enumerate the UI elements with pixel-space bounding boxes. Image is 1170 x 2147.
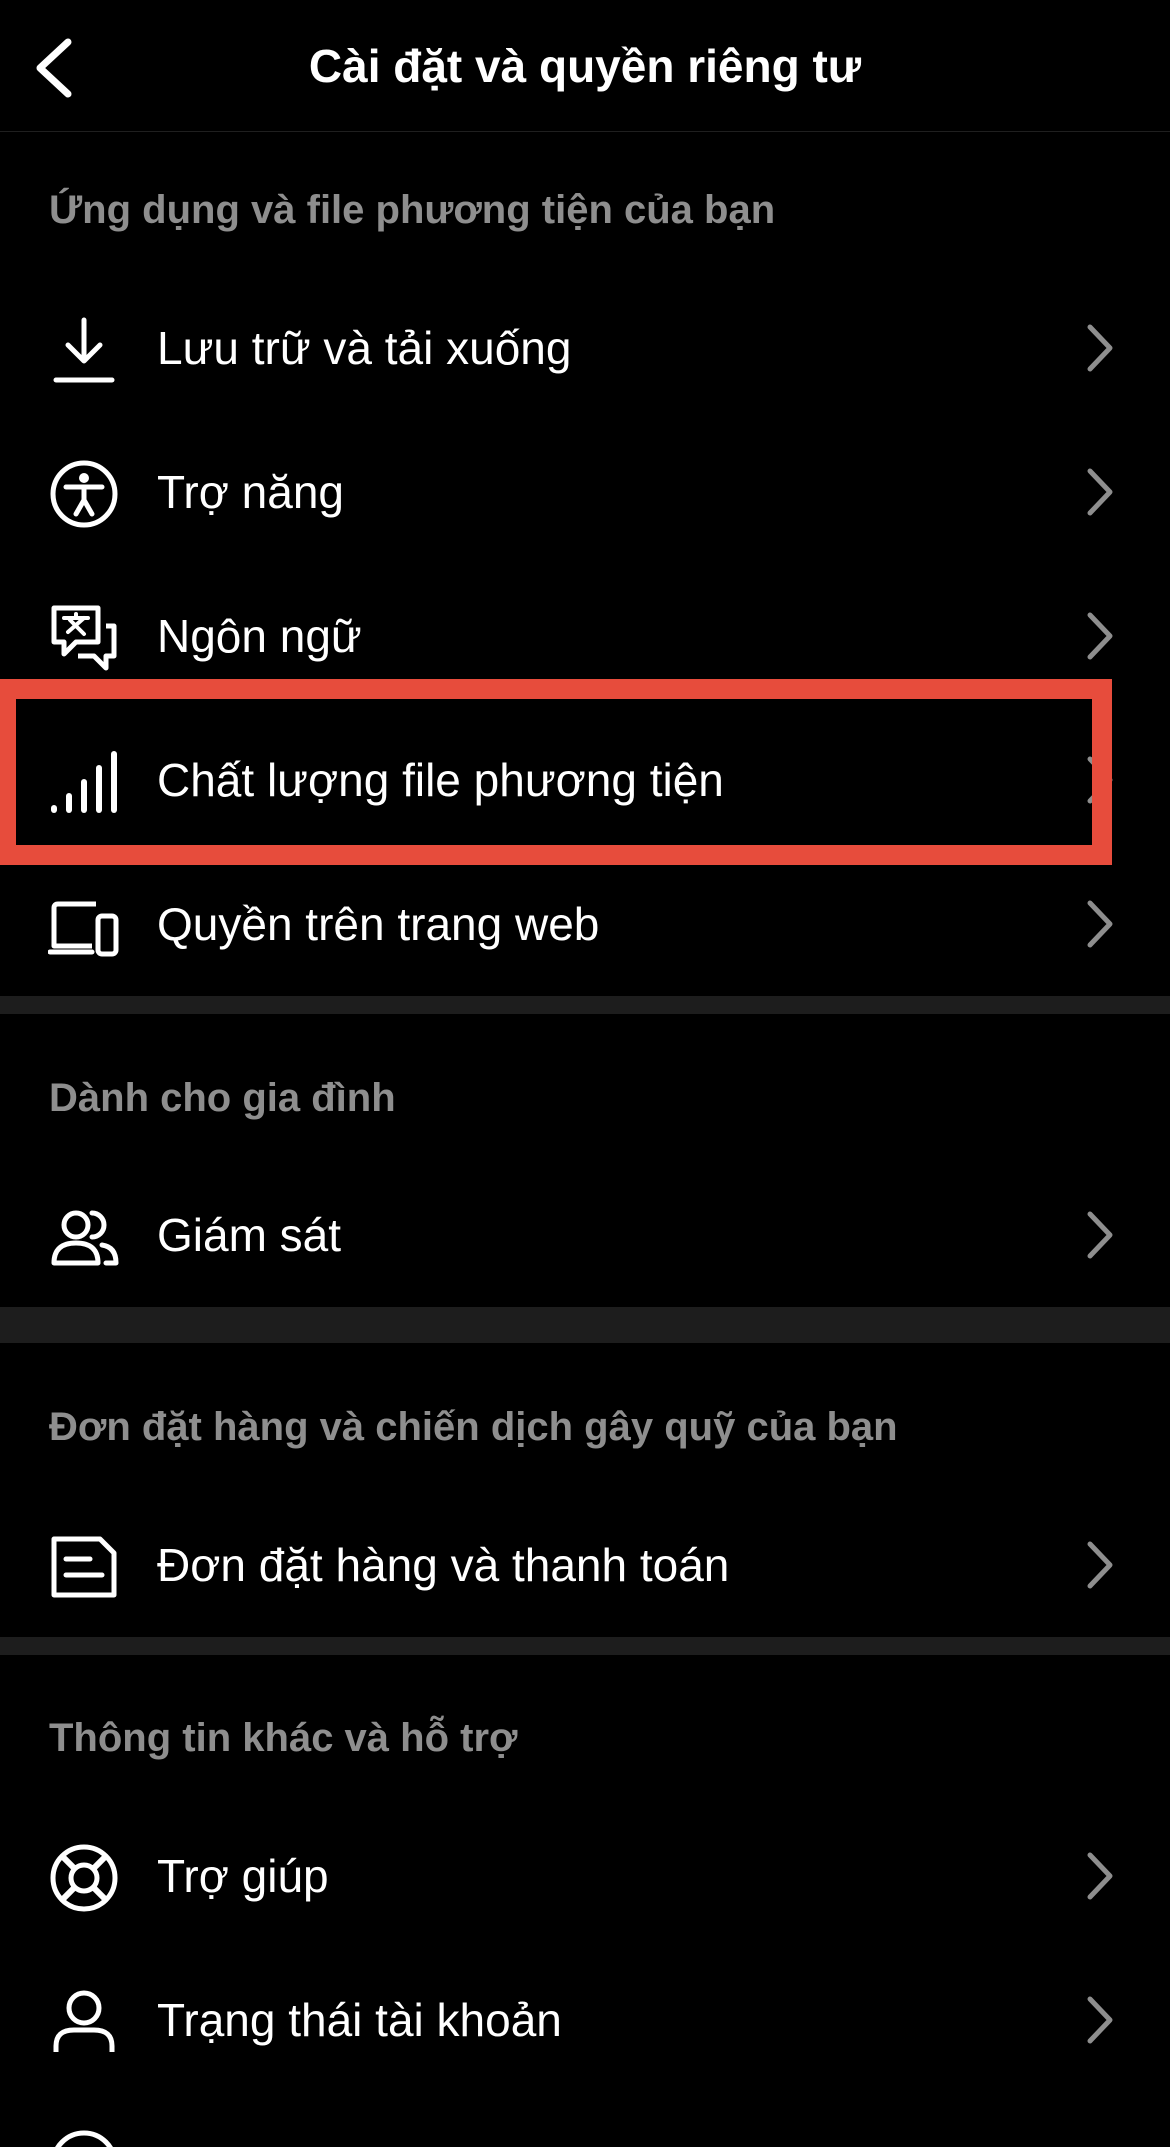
chevron-right-icon — [1087, 1541, 1113, 1589]
section-title-more-info-support: Thông tin khác và hỗ trợ — [49, 1716, 518, 1760]
translate-icon — [48, 602, 120, 674]
section-divider — [0, 1307, 1170, 1343]
section-divider — [0, 1637, 1170, 1655]
settings-item-label: Trợ năng — [157, 466, 344, 518]
settings-item-language[interactable]: Ngôn ngữ — [0, 564, 1170, 708]
settings-item-media-quality[interactable]: Chất lượng file phương tiện — [0, 708, 1170, 852]
lifebuoy-icon — [48, 1842, 120, 1914]
next-item-icon-partial — [48, 2128, 120, 2147]
settings-item-storage-downloads[interactable]: Lưu trữ và tải xuống — [0, 276, 1170, 420]
chevron-right-icon — [1087, 1211, 1113, 1259]
people-icon — [48, 1201, 120, 1273]
section-divider — [0, 996, 1170, 1014]
person-icon — [48, 1986, 120, 2058]
settings-item-orders-payments[interactable]: Đơn đặt hàng và thanh toán — [0, 1493, 1170, 1637]
chevron-right-icon — [1087, 324, 1113, 372]
devices-icon — [48, 890, 120, 962]
settings-item-label: Trợ giúp — [157, 1850, 329, 1902]
settings-item-accessibility[interactable]: Trợ năng — [0, 420, 1170, 564]
receipt-icon — [48, 1531, 120, 1603]
header-bar: Cài đặt và quyền riêng tư — [0, 0, 1170, 132]
chevron-right-icon — [1087, 756, 1113, 804]
chevron-right-icon — [1087, 900, 1113, 948]
settings-item-website-permissions[interactable]: Quyền trên trang web — [0, 852, 1170, 996]
chevron-right-icon — [1087, 612, 1113, 660]
section-title-orders-fundraisers: Đơn đặt hàng và chiến dịch gây quỹ của b… — [49, 1405, 898, 1449]
settings-item-label: Quyền trên trang web — [157, 898, 600, 950]
settings-item-label: Lưu trữ và tải xuống — [157, 322, 572, 374]
chevron-right-icon — [1087, 468, 1113, 516]
settings-item-label: Đơn đặt hàng và thanh toán — [157, 1539, 730, 1591]
accessibility-icon — [48, 458, 120, 530]
section-title-apps-media: Ứng dụng và file phương tiện của bạn — [49, 188, 776, 232]
settings-item-label: Ngôn ngữ — [157, 610, 362, 662]
chevron-right-icon — [1087, 1852, 1113, 1900]
settings-item-label: Trạng thái tài khoản — [157, 1994, 562, 2046]
settings-item-account-status[interactable]: Trạng thái tài khoản — [0, 1948, 1170, 2092]
section-title-family: Dành cho gia đình — [49, 1076, 396, 1120]
signal-bars-icon — [48, 746, 120, 818]
settings-item-label: Chất lượng file phương tiện — [157, 754, 724, 806]
page-title: Cài đặt và quyền riêng tư — [308, 40, 862, 92]
settings-item-help[interactable]: Trợ giúp — [0, 1804, 1170, 1948]
settings-item-label: Giám sát — [157, 1209, 342, 1261]
chevron-right-icon — [1087, 1996, 1113, 2044]
download-icon — [48, 314, 120, 386]
settings-item-supervision[interactable]: Giám sát — [0, 1163, 1170, 1307]
